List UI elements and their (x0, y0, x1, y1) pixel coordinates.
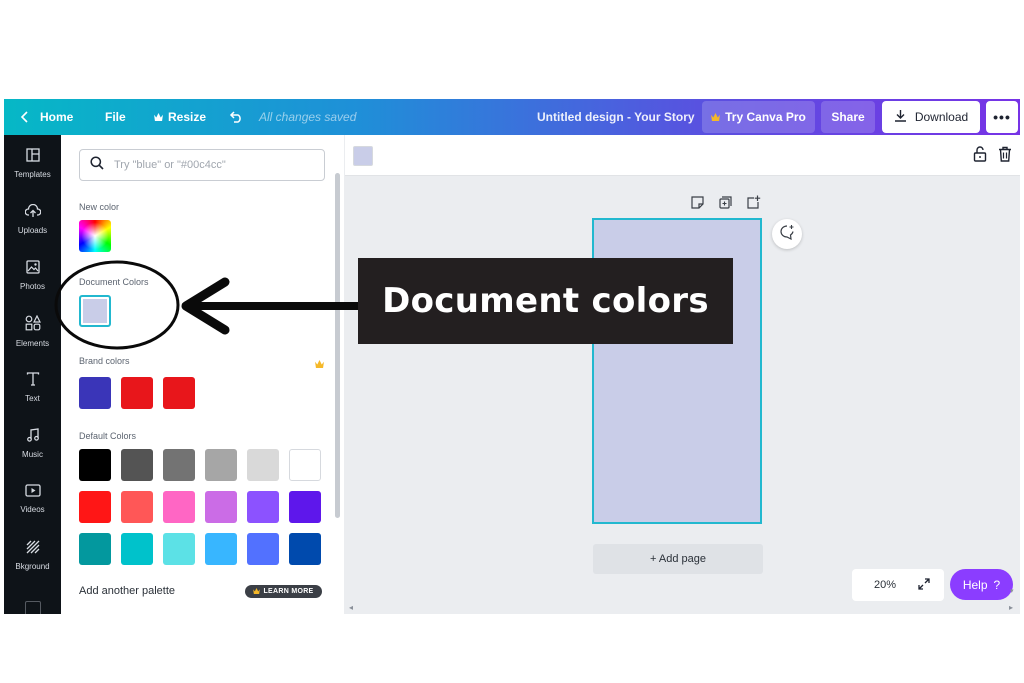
highlight-circle (54, 260, 180, 350)
annotation-banner: Document colors (358, 258, 733, 344)
